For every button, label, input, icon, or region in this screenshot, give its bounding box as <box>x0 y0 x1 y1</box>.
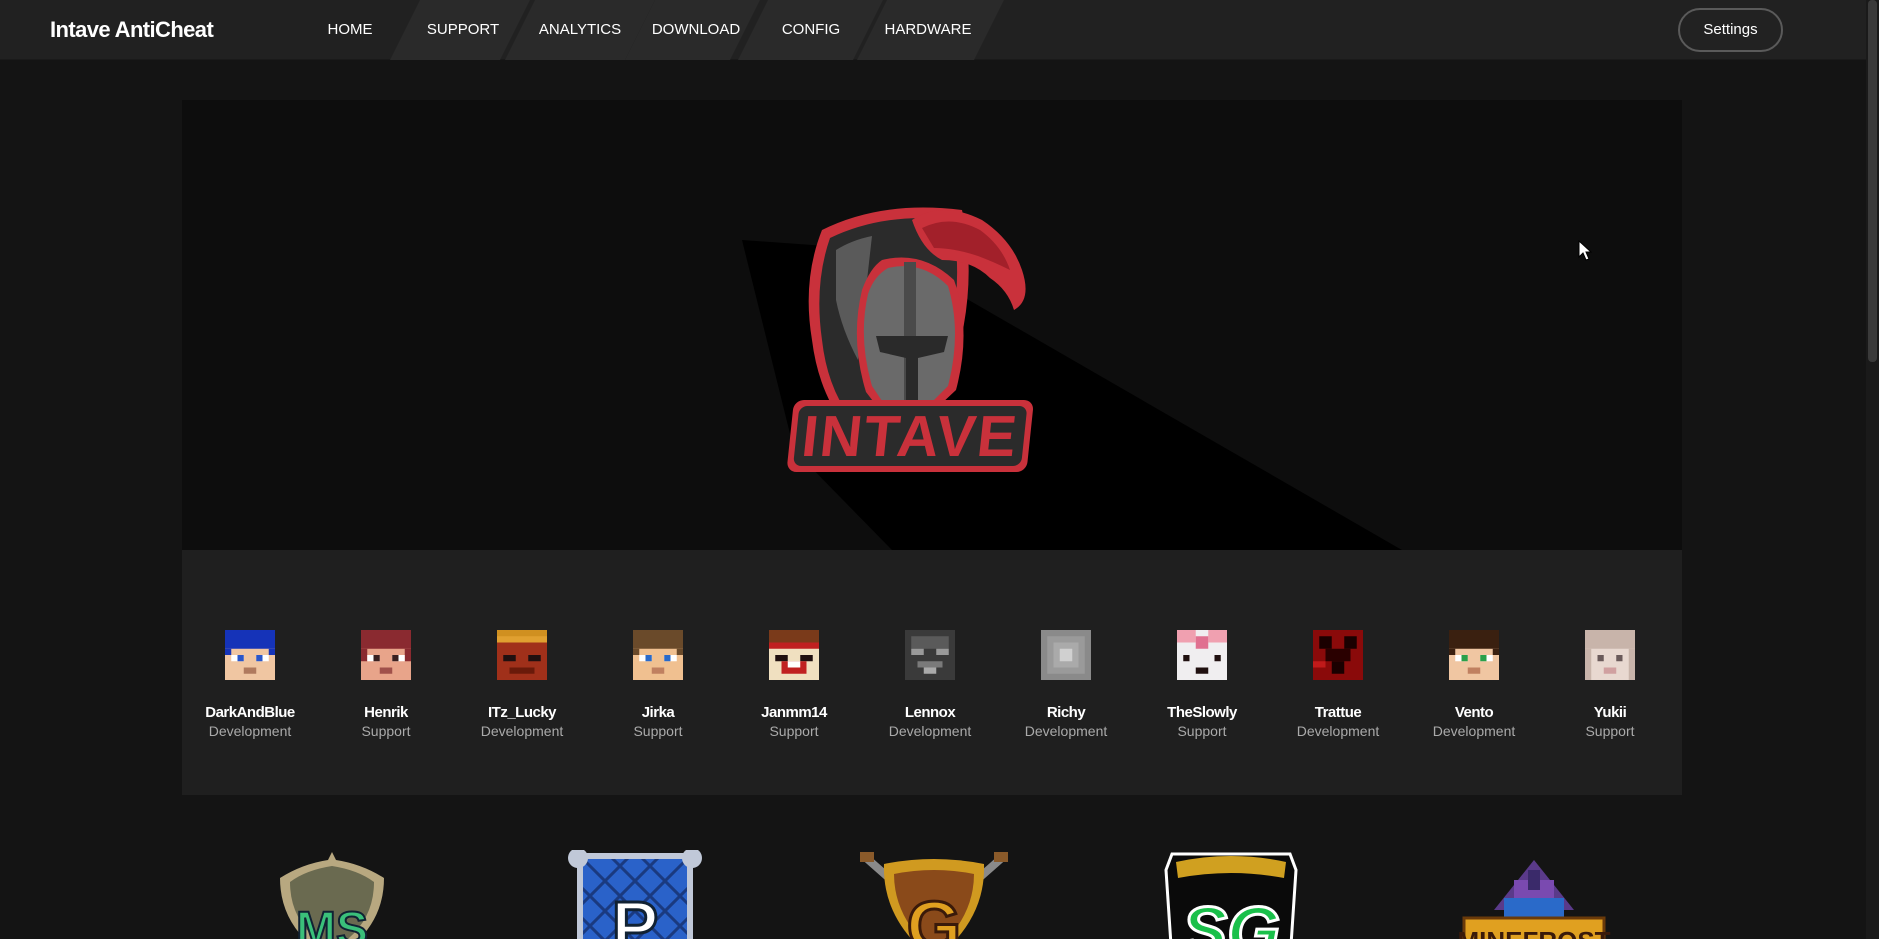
nav-home[interactable]: HOME <box>305 0 395 60</box>
top-navbar: Intave AntiCheat HOME SUPPORT ANALYTICS … <box>0 0 1866 60</box>
partner-logo-ms-icon[interactable]: MS <box>272 850 392 939</box>
partner-logo-minefrost-icon[interactable]: MINEFROST <box>1454 850 1614 939</box>
page-scrollbar[interactable] <box>1866 0 1879 939</box>
member-role: Support <box>769 723 819 739</box>
member-name: Lennox <box>904 704 956 721</box>
svg-text:P: P <box>612 887 659 939</box>
team-member[interactable]: TheSlowly Support <box>1134 630 1270 739</box>
team-member[interactable]: Janmm14 Support <box>726 630 862 739</box>
team-member[interactable]: Henrik Support <box>318 630 454 739</box>
member-role: Development <box>888 723 972 739</box>
avatar <box>905 630 955 680</box>
member-role: Support <box>1177 723 1227 739</box>
member-role: Support <box>1585 723 1635 739</box>
nav-hardware[interactable]: HARDWARE <box>878 0 978 60</box>
team-member[interactable]: Trattue Development <box>1270 630 1406 739</box>
member-name: ITz_Lucky <box>487 704 557 721</box>
team-member[interactable]: Richy Development <box>998 630 1134 739</box>
intave-logo-icon: INTAVE <box>742 207 1402 550</box>
nav-download[interactable]: DOWNLOAD <box>646 0 746 60</box>
avatar <box>1313 630 1363 680</box>
member-name: DarkAndBlue <box>205 704 295 721</box>
partner-logo-p-icon[interactable]: P <box>560 850 710 939</box>
team-member[interactable]: Lennox Development <box>862 630 998 739</box>
team-section: DarkAndBlue Development Henrik Support I… <box>182 550 1682 795</box>
avatar <box>497 630 547 680</box>
member-name: Henrik <box>364 704 408 721</box>
member-name: Vento <box>1454 704 1494 721</box>
team-member[interactable]: Yukii Support <box>1542 630 1678 739</box>
nav-config[interactable]: CONFIG <box>773 0 849 60</box>
member-name: Yukii <box>1593 704 1627 721</box>
member-role: Development <box>1024 723 1108 739</box>
avatar <box>225 630 275 680</box>
brand-title[interactable]: Intave AntiCheat <box>50 17 214 43</box>
svg-text:SG: SG <box>1182 893 1280 939</box>
team-member[interactable]: Jirka Support <box>590 630 726 739</box>
avatar <box>769 630 819 680</box>
avatar <box>1177 630 1227 680</box>
member-name: Trattue <box>1314 704 1362 721</box>
member-role: Support <box>361 723 411 739</box>
member-name: Janmm14 <box>761 704 827 721</box>
mouse-cursor-icon <box>1578 240 1592 261</box>
svg-text:MS: MS <box>296 903 368 939</box>
svg-text:G: G <box>907 887 961 939</box>
partners-section: MS P G SG MINEFROST <box>182 795 1682 939</box>
member-role: Development <box>1432 723 1516 739</box>
avatar <box>1449 630 1499 680</box>
team-member[interactable]: Vento Development <box>1406 630 1542 739</box>
avatar <box>1585 630 1635 680</box>
scrollbar-thumb[interactable] <box>1868 0 1877 362</box>
partner-logo-g-icon[interactable]: G <box>854 850 1014 939</box>
member-name: Jirka <box>641 704 675 721</box>
member-role: Development <box>208 723 292 739</box>
member-name: TheSlowly <box>1167 704 1237 721</box>
member-role: Development <box>480 723 564 739</box>
nav-support[interactable]: SUPPORT <box>418 0 508 60</box>
avatar <box>361 630 411 680</box>
svg-text:INTAVE: INTAVE <box>799 404 1022 469</box>
team-member[interactable]: ITz_Lucky Development <box>454 630 590 739</box>
team-member[interactable]: DarkAndBlue Development <box>182 630 318 739</box>
hero-banner: INTAVE <box>182 100 1682 550</box>
nav-analytics[interactable]: ANALYTICS <box>530 0 630 60</box>
svg-text:MINEFROST: MINEFROST <box>1457 926 1610 939</box>
avatar <box>633 630 683 680</box>
avatar <box>1041 630 1091 680</box>
member-name: Richy <box>1046 704 1086 721</box>
member-role: Development <box>1296 723 1380 739</box>
member-role: Support <box>633 723 683 739</box>
partner-logo-sg-icon[interactable]: SG <box>1156 850 1306 939</box>
settings-button[interactable]: Settings <box>1678 8 1783 52</box>
